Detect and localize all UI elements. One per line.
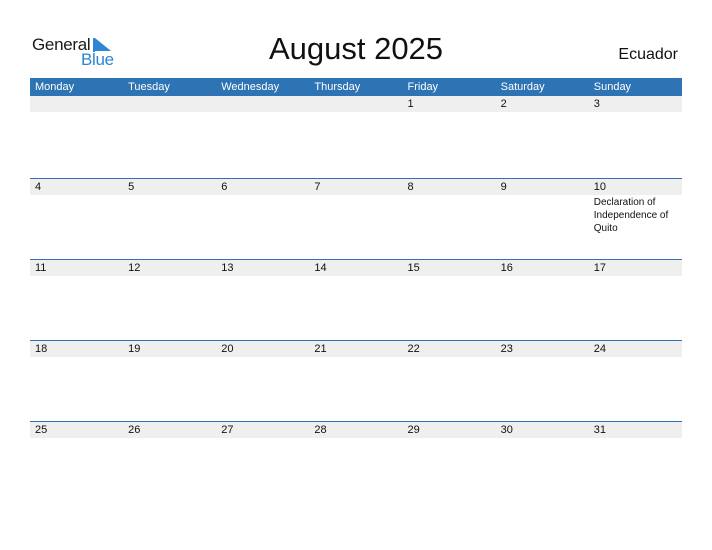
holiday-event	[309, 438, 402, 439]
holiday-event	[403, 357, 496, 358]
week-row: 11 12 13 14 15 16 17	[30, 259, 682, 340]
day-number: 10	[593, 181, 606, 193]
holiday-event	[123, 195, 216, 235]
day-number: 13	[221, 262, 234, 274]
day-number: 8	[407, 181, 414, 193]
day-number: 20	[221, 343, 234, 355]
date-strip: 11 12 13 14 15 16 17	[30, 260, 682, 276]
calendar-title: August 2025	[268, 31, 444, 66]
holiday-event	[496, 276, 589, 277]
date-strip: 1 2 3	[30, 96, 682, 112]
day-number: 29	[407, 424, 420, 436]
holiday-event	[496, 195, 589, 235]
weekday-thursday: Thursday	[314, 81, 361, 93]
holiday-event	[30, 438, 123, 439]
calendar-grid: Monday Tuesday Wednesday Thursday Friday…	[30, 78, 682, 502]
day-number: 6	[221, 181, 228, 193]
holiday-event	[496, 357, 589, 358]
day-number	[216, 96, 309, 112]
weekday-friday: Friday	[407, 81, 439, 93]
day-number: 12	[128, 262, 141, 274]
day-number: 4	[35, 181, 42, 193]
day-number: 31	[593, 424, 606, 436]
week-row: 1 2 3	[30, 96, 682, 178]
weekday-header: Monday Tuesday Wednesday Thursday Friday…	[30, 78, 682, 96]
holiday-event: Declaration of Independence of Quito	[593, 197, 669, 234]
date-strip: 4 5 6 7 8 9 10	[30, 179, 682, 195]
holiday-event	[403, 438, 496, 439]
holiday-event	[30, 112, 123, 113]
day-number: 25	[35, 424, 48, 436]
holiday-event	[123, 112, 216, 113]
holiday-event	[30, 357, 123, 358]
day-number: 24	[593, 343, 606, 355]
weekday-monday: Monday	[35, 81, 75, 93]
holiday-event	[309, 357, 402, 358]
day-number	[309, 96, 402, 112]
holiday-event	[589, 438, 682, 439]
weekday-sunday: Sunday	[593, 81, 632, 93]
day-number: 16	[500, 262, 513, 274]
day-number: 21	[314, 343, 327, 355]
day-number: 11	[35, 262, 47, 274]
weekday-wednesday: Wednesday	[221, 81, 280, 93]
events-row	[30, 276, 682, 277]
holiday-event	[589, 112, 682, 113]
holiday-event	[216, 276, 309, 277]
events-row	[30, 357, 682, 358]
day-number: 23	[500, 343, 513, 355]
holiday-event	[216, 195, 309, 235]
holiday-event	[216, 438, 309, 439]
holiday-event	[309, 195, 402, 235]
day-number: 27	[221, 424, 234, 436]
day-number: 5	[128, 181, 135, 193]
holiday-event	[216, 357, 309, 358]
day-number: 26	[128, 424, 141, 436]
date-strip: 18 19 20 21 22 23 24	[30, 341, 682, 357]
day-number: 3	[593, 98, 600, 110]
day-number: 30	[500, 424, 513, 436]
day-number: 18	[35, 343, 48, 355]
holiday-event	[403, 195, 496, 235]
day-number: 22	[407, 343, 420, 355]
day-number: 28	[314, 424, 327, 436]
day-number: 9	[500, 181, 507, 193]
week-row: 4 5 6 7 8 9 10 Declaration of Independence of Q…	[30, 178, 682, 259]
day-number: 2	[500, 98, 507, 110]
holiday-event	[589, 357, 682, 358]
day-number: 7	[314, 181, 321, 193]
events-row: Declaration of Independence of Quito	[30, 195, 682, 235]
week-row: 25 26 27 28 29 30 31	[30, 421, 682, 502]
country-label: Ecuador	[618, 46, 678, 63]
holiday-event	[403, 112, 496, 113]
day-number: 14	[314, 262, 327, 274]
day-number	[30, 96, 123, 112]
weekday-tuesday: Tuesday	[128, 81, 170, 93]
day-number	[123, 96, 216, 112]
day-number: 15	[407, 262, 420, 274]
events-row	[30, 112, 682, 113]
holiday-event	[123, 357, 216, 358]
holiday-event	[589, 276, 682, 277]
holiday-event	[30, 195, 123, 235]
date-strip: 25 26 27 28 29 30 31	[30, 422, 682, 438]
holiday-event	[403, 276, 496, 277]
day-number: 17	[593, 262, 606, 274]
week-row: 18 19 20 21 22 23 24	[30, 340, 682, 421]
events-row	[30, 438, 682, 439]
holiday-event	[123, 438, 216, 439]
holiday-event	[30, 276, 123, 277]
holiday-event	[309, 276, 402, 277]
holiday-event	[216, 112, 309, 113]
holiday-event	[123, 276, 216, 277]
holiday-event	[309, 112, 402, 113]
day-number: 1	[407, 98, 414, 110]
holiday-event	[496, 112, 589, 113]
day-number: 19	[128, 343, 141, 355]
holiday-event	[496, 438, 589, 439]
weekday-saturday: Saturday	[500, 81, 545, 93]
